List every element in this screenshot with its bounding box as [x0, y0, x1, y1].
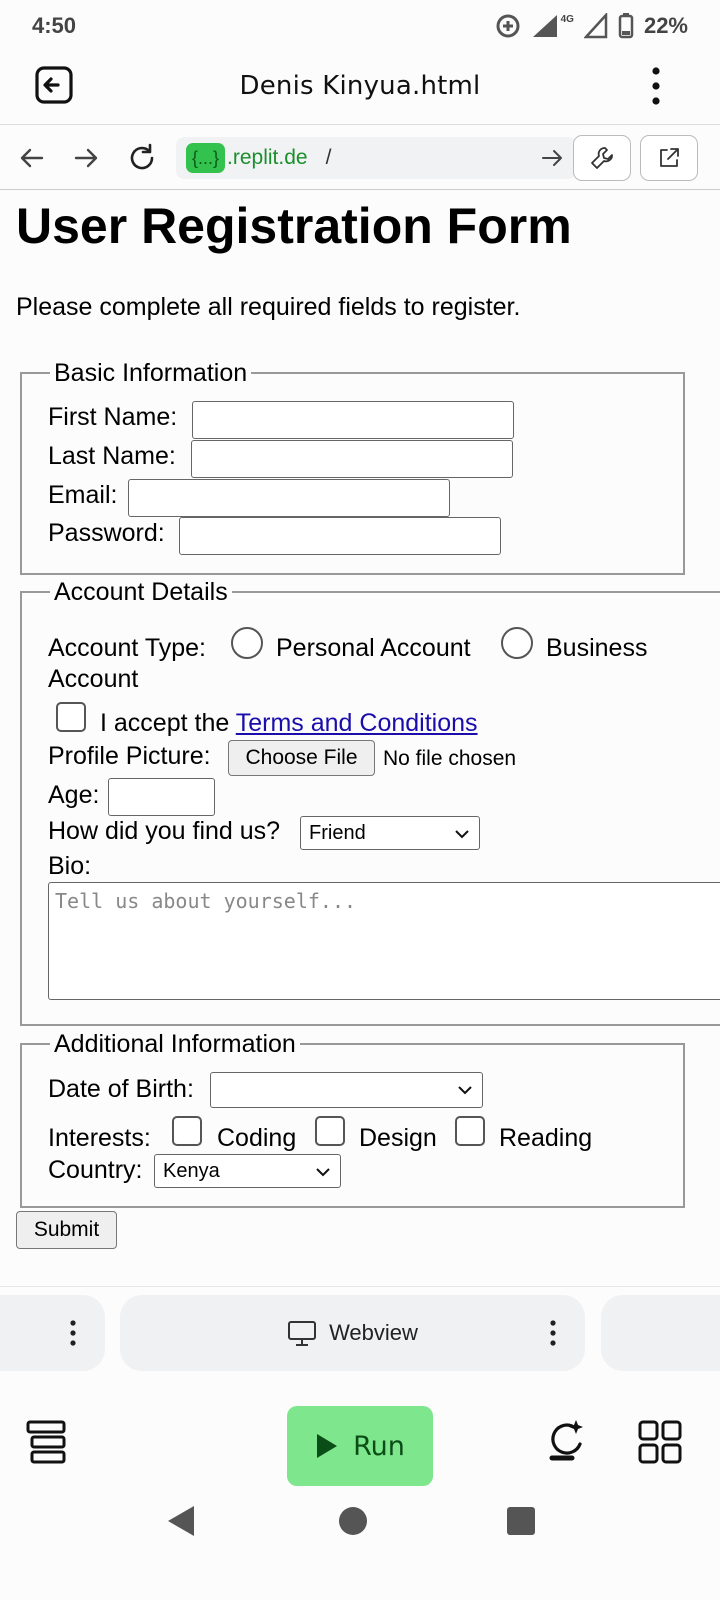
monitor-icon [288, 1321, 317, 1346]
age-input[interactable] [108, 778, 215, 816]
email-label: Email: [48, 481, 118, 509]
last-name-input[interactable] [191, 440, 513, 478]
dob-select[interactable] [210, 1072, 483, 1108]
business-account-radio[interactable] [501, 627, 533, 659]
basic-info-fieldset: Basic Information First Name: Last Name:… [20, 358, 685, 575]
signal-icon-2 [583, 13, 608, 39]
run-label: Run [353, 1430, 405, 1462]
ai-assistant-icon[interactable] [542, 1416, 590, 1464]
run-button[interactable]: Run [287, 1406, 433, 1486]
design-checkbox[interactable] [315, 1116, 345, 1146]
nav-back-icon[interactable] [166, 1504, 196, 1538]
external-link-icon [660, 148, 679, 167]
first-name-input[interactable] [192, 401, 514, 439]
terms-text: I accept the Terms and Conditions [100, 708, 478, 738]
chevron-down-icon [458, 1086, 472, 1095]
tabs-bar: Webview [0, 1286, 720, 1376]
url-domain: .replit.de [227, 146, 308, 169]
arrow-back-icon[interactable] [16, 142, 48, 174]
tab-menu-icon[interactable] [550, 1319, 556, 1347]
additional-info-fieldset: Additional Information Date of Birth: In… [20, 1029, 685, 1208]
exit-icon[interactable] [34, 64, 76, 106]
account-details-fieldset: Account Details Account Type: Personal A… [20, 577, 720, 1026]
battery-percent: 22% [643, 13, 688, 38]
bottom-bar: Run [0, 1376, 720, 1486]
bio-textarea[interactable]: Tell us about yourself... [48, 882, 720, 1000]
interests-label: Interests: [48, 1124, 151, 1152]
wrench-icon [591, 147, 613, 169]
layers-icon[interactable] [24, 1418, 72, 1466]
app-header: Denis Kinyua.html [0, 52, 720, 120]
play-icon [317, 1434, 338, 1458]
design-label: Design [359, 1124, 437, 1152]
url-badge: {...} [186, 143, 226, 173]
age-label: Age: [48, 781, 100, 809]
system-nav-bar [0, 1486, 720, 1600]
file-title: Denis Kinyua.html [239, 71, 481, 101]
country-select[interactable]: Kenya [154, 1154, 341, 1188]
password-label: Password: [48, 519, 165, 547]
coding-label: Coding [217, 1124, 297, 1152]
devtools-button[interactable] [573, 135, 631, 181]
choose-file-button[interactable]: Choose File [228, 740, 375, 776]
profile-picture-label: Profile Picture: [48, 742, 211, 770]
tab-menu-icon[interactable] [70, 1319, 76, 1347]
go-arrow-icon[interactable] [540, 146, 564, 170]
terms-prefix: I accept the [100, 709, 236, 737]
signal-icon [532, 15, 557, 37]
find-us-selected: Friend [309, 821, 366, 844]
status-bar: 4:50 4G 22% [0, 0, 720, 52]
terms-link[interactable]: Terms and Conditions [236, 709, 478, 737]
tab-previous[interactable] [0, 1295, 105, 1371]
account-type-label: Account Type: [48, 634, 206, 662]
account-details-legend: Account Details [50, 577, 232, 607]
personal-account-label: Personal Account [276, 634, 471, 662]
battery-icon [618, 13, 634, 39]
nav-home-icon[interactable] [338, 1506, 368, 1536]
additional-info-legend: Additional Information [50, 1029, 300, 1059]
country-label: Country: [48, 1156, 143, 1184]
personal-account-radio[interactable] [231, 627, 263, 659]
find-us-select[interactable]: Friend [300, 816, 480, 850]
chevron-down-icon [455, 830, 469, 839]
network-type: 4G [560, 13, 574, 25]
no-file-text: No file chosen [383, 747, 517, 770]
url-field[interactable]: {...} .replit.de / [176, 137, 576, 179]
data-saver-icon [496, 14, 520, 38]
intro-text: Please complete all required fields to r… [16, 293, 521, 321]
coding-checkbox[interactable] [172, 1116, 202, 1146]
last-name-label: Last Name: [48, 442, 176, 470]
open-external-button[interactable] [640, 135, 698, 181]
dob-label: Date of Birth: [48, 1075, 194, 1103]
arrow-forward-icon[interactable] [70, 142, 102, 174]
tab-webview[interactable]: Webview [120, 1295, 585, 1371]
page-title: User Registration Form [16, 198, 572, 254]
first-name-label: First Name: [48, 403, 178, 431]
status-icons: 4G 22% [495, 13, 688, 39]
email-input[interactable] [128, 479, 450, 517]
submit-button[interactable]: Submit [16, 1211, 117, 1249]
chevron-down-icon [316, 1168, 330, 1177]
bio-label: Bio: [48, 852, 92, 880]
refresh-icon[interactable] [126, 142, 158, 174]
status-time: 4:50 [32, 13, 77, 38]
business-account-label: Business [546, 634, 648, 662]
grid-icon[interactable] [636, 1418, 684, 1466]
terms-checkbox[interactable] [56, 702, 86, 732]
country-selected: Kenya [163, 1159, 220, 1182]
reading-label: Reading [499, 1124, 593, 1152]
more-vert-icon[interactable] [648, 66, 664, 106]
nav-recents-icon[interactable] [506, 1506, 536, 1536]
reading-checkbox[interactable] [455, 1116, 485, 1146]
business-account-label-cont: Account [48, 665, 139, 693]
password-input[interactable] [179, 517, 501, 555]
webview-tab-label: Webview [329, 1320, 418, 1345]
find-us-label: How did you find us? [48, 817, 281, 845]
basic-info-legend: Basic Information [50, 358, 252, 388]
webview: User Registration Form Please complete a… [0, 191, 720, 1286]
tab-next[interactable] [601, 1295, 720, 1371]
url-bar: {...} .replit.de / [0, 124, 720, 190]
url-path: / [325, 146, 332, 169]
